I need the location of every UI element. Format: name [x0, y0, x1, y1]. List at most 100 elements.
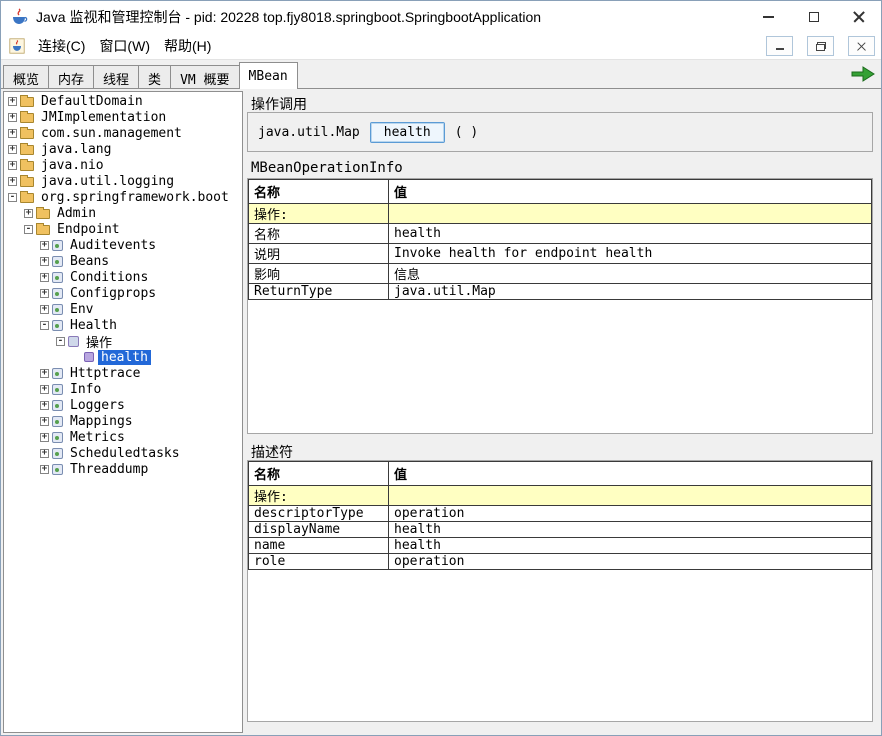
- tree-label: Env: [67, 302, 96, 317]
- tab-线程[interactable]: 线程: [93, 65, 139, 88]
- tree-item-health[interactable]: health: [4, 349, 242, 365]
- tree-item-java.lang[interactable]: +java.lang: [4, 141, 242, 157]
- tree-item-DefaultDomain[interactable]: + DefaultDomain: [4, 93, 242, 109]
- collapse-icon[interactable]: -: [56, 337, 65, 346]
- tree-item-Beans[interactable]: + Beans: [4, 253, 242, 269]
- minimize-button[interactable]: [746, 1, 791, 33]
- tree-item-Threaddump[interactable]: +Threaddump: [4, 461, 242, 477]
- tree-item-Scheduledtasks[interactable]: +Scheduledtasks: [4, 445, 242, 461]
- expand-icon[interactable]: +: [40, 417, 49, 426]
- tree-item-Loggers[interactable]: +Loggers: [4, 397, 242, 413]
- tree-item-Mappings[interactable]: +Mappings: [4, 413, 242, 429]
- expand-icon[interactable]: +: [8, 145, 17, 154]
- tree-label: com.sun.management: [38, 126, 185, 141]
- folder-icon: [20, 193, 34, 203]
- tree-item-Configprops[interactable]: + Configprops: [4, 285, 242, 301]
- tab-VM 概要[interactable]: VM 概要: [170, 65, 239, 88]
- expand-icon[interactable]: +: [40, 465, 49, 474]
- expand-icon[interactable]: +: [8, 97, 17, 106]
- expand-icon[interactable]: +: [40, 305, 49, 314]
- table-row[interactable]: 名称health: [249, 224, 872, 244]
- tree-item-org.springframework.boot[interactable]: -org.springframework.boot: [4, 189, 242, 205]
- tree-item-com.sun.management[interactable]: + com.sun.management: [4, 125, 242, 141]
- tabs: 概览内存线程类VM 概要MBean: [3, 62, 297, 88]
- connected-arrow-icon[interactable]: [850, 66, 876, 82]
- table-row[interactable]: 操作:: [249, 486, 872, 506]
- expand-icon[interactable]: +: [40, 385, 49, 394]
- tree-item-Auditevents[interactable]: + Auditevents: [4, 237, 242, 253]
- expand-icon[interactable]: +: [8, 177, 17, 186]
- table-row[interactable]: namehealth: [249, 538, 872, 554]
- collapse-icon[interactable]: -: [40, 321, 49, 330]
- column-header: 值: [389, 462, 872, 486]
- expand-icon[interactable]: +: [40, 241, 49, 250]
- collapse-icon[interactable]: -: [24, 225, 33, 234]
- mbean-icon: [52, 288, 63, 299]
- tab-bar: 概览内存线程类VM 概要MBean: [1, 60, 881, 89]
- expand-icon[interactable]: +: [40, 433, 49, 442]
- tab-类[interactable]: 类: [138, 65, 171, 88]
- expand-icon[interactable]: +: [40, 289, 49, 298]
- frame-close-button[interactable]: [848, 36, 875, 56]
- cell-value: java.util.Map: [389, 284, 872, 300]
- expand-icon[interactable]: +: [8, 113, 17, 122]
- mbean-icon: [52, 240, 63, 251]
- cell-value: 信息: [389, 264, 872, 284]
- descriptor-table: 名称值操作:descriptorTypeoperationdisplayName…: [248, 461, 872, 570]
- tab-MBean[interactable]: MBean: [239, 62, 298, 89]
- folder-icon: [20, 161, 34, 171]
- frame-minimize-button[interactable]: [766, 36, 793, 56]
- tree-label: Health: [67, 318, 120, 333]
- invoke-health-button[interactable]: health: [370, 122, 445, 143]
- close-button[interactable]: [836, 1, 881, 33]
- menu-window[interactable]: 窗口(W): [92, 33, 157, 59]
- maximize-button[interactable]: [791, 1, 836, 33]
- menu-help[interactable]: 帮助(H): [157, 33, 218, 59]
- table-row[interactable]: displayNamehealth: [249, 522, 872, 538]
- operation-invoke-title: 操作调用: [251, 94, 875, 110]
- tree-label: Beans: [67, 254, 112, 269]
- params-label: ( ): [455, 125, 478, 140]
- tree-item-Metrics[interactable]: +Metrics: [4, 429, 242, 445]
- menu-connection[interactable]: 连接(C): [31, 33, 92, 59]
- expand-icon[interactable]: +: [8, 129, 17, 138]
- table-row[interactable]: 影响信息: [249, 264, 872, 284]
- tree-item-Info[interactable]: +Info: [4, 381, 242, 397]
- frame-restore-button[interactable]: [807, 36, 834, 56]
- expand-icon[interactable]: +: [8, 161, 17, 170]
- tree-item-java.util.logging[interactable]: +java.util.logging: [4, 173, 242, 189]
- cell-value: [389, 486, 872, 506]
- table-row[interactable]: 说明Invoke health for endpoint health: [249, 244, 872, 264]
- tree-label: Configprops: [67, 286, 159, 301]
- table-row[interactable]: 操作:: [249, 204, 872, 224]
- tree-label: DefaultDomain: [38, 94, 146, 109]
- expand-icon[interactable]: +: [40, 369, 49, 378]
- column-header: 值: [389, 180, 872, 204]
- expand-icon[interactable]: +: [40, 401, 49, 410]
- tab-内存[interactable]: 内存: [48, 65, 94, 88]
- tree-item-Health[interactable]: - Health: [4, 317, 242, 333]
- expand-icon[interactable]: +: [40, 257, 49, 266]
- tab-概览[interactable]: 概览: [3, 65, 49, 88]
- cell-value: operation: [389, 506, 872, 522]
- tree-item-Conditions[interactable]: +Conditions: [4, 269, 242, 285]
- tree-item-Endpoint[interactable]: -Endpoint: [4, 221, 242, 237]
- table-row[interactable]: roleoperation: [249, 554, 872, 570]
- tree-item-Admin[interactable]: +Admin: [4, 205, 242, 221]
- table-row[interactable]: ReturnTypejava.util.Map: [249, 284, 872, 300]
- menu-items: 连接(C)窗口(W)帮助(H): [31, 33, 218, 59]
- expand-icon[interactable]: +: [40, 449, 49, 458]
- internal-frame-controls: [752, 36, 875, 56]
- tree-item-Env[interactable]: + Env: [4, 301, 242, 317]
- tree-item-操作[interactable]: -操作: [4, 333, 242, 349]
- tree-label: Httptrace: [67, 366, 143, 381]
- tree-label: Auditevents: [67, 238, 159, 253]
- table-row[interactable]: descriptorTypeoperation: [249, 506, 872, 522]
- expand-icon[interactable]: +: [24, 209, 33, 218]
- tree-item-java.nio[interactable]: +java.nio: [4, 157, 242, 173]
- collapse-icon[interactable]: -: [8, 193, 17, 202]
- cell-value: health: [389, 522, 872, 538]
- tree-item-JMImplementation[interactable]: +JMImplementation: [4, 109, 242, 125]
- tree-item-Httptrace[interactable]: + Httptrace: [4, 365, 242, 381]
- expand-icon[interactable]: +: [40, 273, 49, 282]
